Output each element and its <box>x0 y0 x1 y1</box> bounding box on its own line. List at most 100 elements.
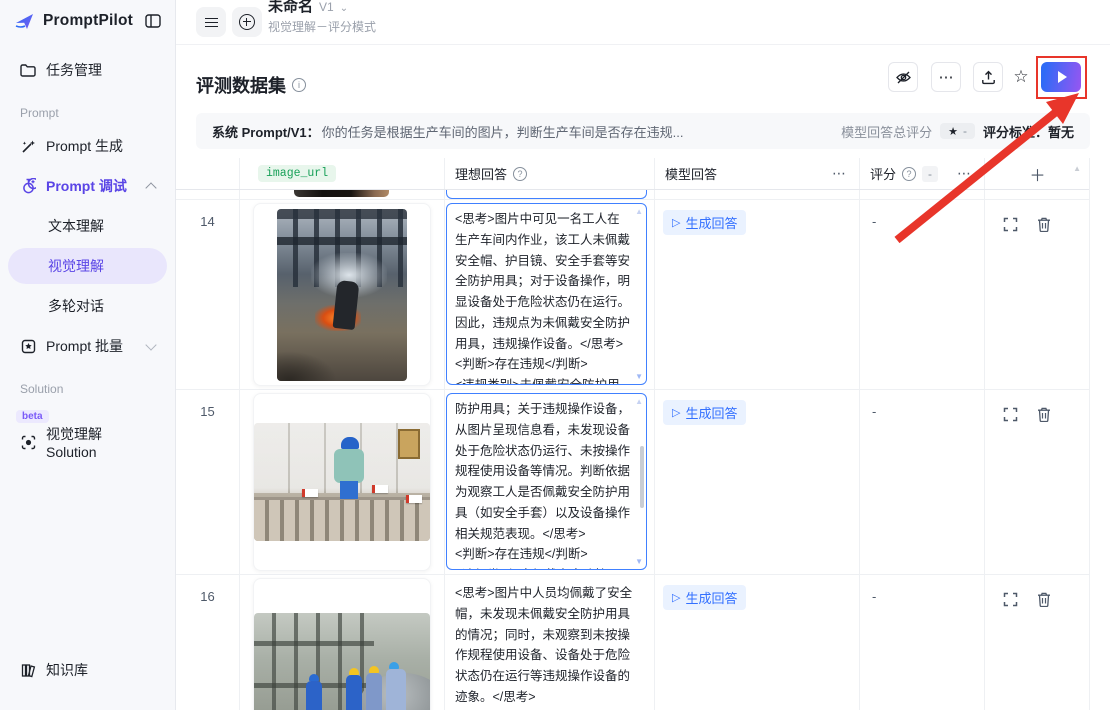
plus-circle-icon <box>239 14 255 30</box>
ideal-answer-cell[interactable]: <思考>图片中可见一名工人在生产车间内作业，该工人未佩戴安全帽、护目镜、安全手套… <box>446 203 647 385</box>
image-cell[interactable] <box>253 578 431 710</box>
score-cell: - <box>860 575 985 710</box>
wand-icon <box>20 138 36 154</box>
image-cell[interactable] <box>253 393 431 571</box>
score-cell: - <box>860 390 985 575</box>
scroll-up-icon[interactable]: ▲ <box>635 397 643 406</box>
image-url-tag: image_url <box>258 165 337 182</box>
topbar: 未命名 V1 ⌄ 视觉理解－评分模式 <box>176 0 1110 45</box>
hide-columns-button[interactable] <box>888 62 918 92</box>
ideal-answer-text: 防护用具；关于违规操作设备，从图片呈现信息看，未发现设备处于危险状态仍运行、未按… <box>455 402 631 569</box>
total-score-badge[interactable]: ★ - <box>940 123 975 139</box>
score-standard-value: 暂无 <box>1047 124 1074 140</box>
generate-answer-label: 生成回答 <box>685 216 738 231</box>
sidebar-item-prompt-debug[interactable]: Prompt 调试 <box>8 168 167 204</box>
flask-icon <box>20 178 36 194</box>
sidebar-subitem-multi-turn[interactable]: 多轮对话 <box>8 288 167 324</box>
dataset-image <box>254 613 430 710</box>
system-prompt-bar[interactable]: 系统 Prompt/V1： 你的任务是根据生产车间的图片，判断生产车间是否存在违… <box>196 113 1090 149</box>
run-evaluation-button[interactable] <box>1041 62 1081 92</box>
column-menu-icon[interactable]: ⋯ <box>957 165 972 182</box>
ideal-answer-text: <思考>图片中可见一名工人在生产车间内作业，该工人未佩戴安全帽、护目镜、安全手套… <box>455 212 631 385</box>
sidebar-section-solution: Solution <box>20 382 64 396</box>
evaluation-table: ▲ image_url 理想回答? 模型回答 ⋯ 评分? - ⋯ ＋ 14 <思… <box>176 158 1090 710</box>
sidebar-subitem-vision-understanding[interactable]: 视觉理解 <box>8 248 167 284</box>
generate-answer-button[interactable]: ▷ 生成回答 <box>663 585 747 610</box>
app-window: PromptPilot 任务管理 Prompt Prompt 生成 Prompt… <box>0 0 1110 710</box>
header-ideal-answer[interactable]: 理想回答? <box>445 158 655 189</box>
total-score-value: - <box>962 124 967 138</box>
generate-answer-button[interactable]: ▷ 生成回答 <box>663 400 747 425</box>
row-index: 15 <box>176 390 240 575</box>
sidebar: PromptPilot 任务管理 Prompt Prompt 生成 Prompt… <box>0 0 176 710</box>
page-title: 评测数据集 i <box>196 72 306 98</box>
delete-row-button[interactable] <box>1037 591 1053 607</box>
play-icon <box>1057 71 1067 83</box>
ideal-answer-label: 理想回答 <box>455 167 508 182</box>
scroll-up-icon[interactable]: ▲ <box>1073 164 1081 173</box>
table-row: 16 <思考>图片中人员均佩戴了安全帽，未发现未佩戴安全防护用具的情况；同时，未… <box>176 575 1089 710</box>
help-icon[interactable]: ? <box>513 166 528 181</box>
header-index <box>176 158 240 189</box>
info-icon[interactable]: i <box>292 78 306 92</box>
chevron-down-icon[interactable]: ⌄ <box>340 3 348 14</box>
chevron-down-icon <box>145 338 157 351</box>
sidebar-subitem-text-understanding[interactable]: 文本理解 <box>8 208 167 244</box>
dataset-image-partial[interactable] <box>294 189 389 197</box>
generate-answer-button[interactable]: ▷ 生成回答 <box>663 210 747 235</box>
score-standard: 评分标准：暂无 <box>983 122 1074 141</box>
expand-row-button[interactable] <box>1003 216 1019 232</box>
sidebar-item-prompt-batch[interactable]: Prompt 批量 <box>8 328 167 364</box>
sidebar-item-label: Prompt 批量 <box>46 338 124 354</box>
header-image-url[interactable]: image_url <box>240 158 445 189</box>
model-answer-label: 模型回答 <box>665 167 718 182</box>
header-model-answer[interactable]: 模型回答 ⋯ <box>655 158 860 189</box>
delete-row-button[interactable] <box>1037 216 1053 232</box>
scrollbar-thumb[interactable] <box>640 446 644 508</box>
scroll-up-icon[interactable]: ▲ <box>635 207 643 216</box>
sidebar-item-knowledge-base[interactable]: 知识库 <box>8 652 167 688</box>
row-index: 16 <box>176 575 240 710</box>
sidebar-item-prompt-generate[interactable]: Prompt 生成 <box>8 128 167 164</box>
logo-row: PromptPilot <box>0 0 175 32</box>
header-score[interactable]: 评分? - ⋯ <box>860 158 985 189</box>
table-header: image_url 理想回答? 模型回答 ⋯ 评分? - ⋯ ＋ <box>176 158 1089 190</box>
score-cell: - <box>860 200 985 390</box>
delete-row-button[interactable] <box>1037 406 1053 422</box>
sidebar-item-task-management[interactable]: 任务管理 <box>8 52 167 88</box>
expand-row-button[interactable] <box>1003 591 1019 607</box>
sidebar-subitem-label: 视觉理解 <box>48 258 104 274</box>
sidebar-item-label: Prompt 生成 <box>46 138 124 154</box>
system-prompt-text: 你的任务是根据生产车间的图片，判断生产车间是否存在违规... <box>321 124 684 140</box>
image-cell[interactable] <box>253 203 431 386</box>
play-outline-icon: ▷ <box>672 407 681 419</box>
sidebar-item-vision-solution[interactable]: 视觉理解 Solution <box>8 424 167 460</box>
header-add-column[interactable]: ＋ <box>985 158 1090 189</box>
more-actions-button[interactable]: ⋯ <box>931 62 961 92</box>
upload-button[interactable] <box>973 62 1003 92</box>
app-logo-icon <box>14 10 36 32</box>
total-score-label: 模型回答总评分 <box>841 124 933 140</box>
upload-icon <box>981 70 996 85</box>
favorite-button[interactable]: ☆ <box>1006 62 1036 92</box>
ideal-answer-cell[interactable]: 防护用具；关于违规操作设备，从图片呈现信息看，未发现设备处于危险状态仍运行、未按… <box>446 393 647 570</box>
expand-row-button[interactable] <box>1003 406 1019 422</box>
scroll-down-icon[interactable]: ▼ <box>635 372 643 381</box>
column-menu-icon[interactable]: ⋯ <box>832 165 847 182</box>
sidebar-collapse-icon[interactable] <box>143 11 163 31</box>
menu-button[interactable] <box>196 7 226 37</box>
eye-off-icon <box>895 70 912 85</box>
scroll-down-icon[interactable]: ▼ <box>635 557 643 566</box>
doc-version[interactable]: V1 <box>319 0 334 14</box>
beta-badge: beta <box>16 410 49 423</box>
help-icon[interactable]: ? <box>902 166 917 181</box>
score-standard-label: 评分标准： <box>982 124 1048 140</box>
page-header: 评测数据集 i ⋯ ☆ <box>176 45 1110 113</box>
score-label: 评分 <box>870 167 897 182</box>
new-task-button[interactable] <box>232 7 262 37</box>
main-area: 未命名 V1 ⌄ 视觉理解－评分模式 评测数据集 i ⋯ ☆ 系统 Prompt… <box>176 0 1110 710</box>
ideal-answer-text[interactable]: <思考>图片中人员均佩戴了安全帽，未发现未佩戴安全防护用具的情况；同时，未观察到… <box>445 575 654 710</box>
doc-title[interactable]: 未命名 <box>268 0 313 15</box>
doc-subtitle: 视觉理解－评分模式 <box>268 20 377 34</box>
sidebar-section-prompt: Prompt <box>20 106 59 120</box>
